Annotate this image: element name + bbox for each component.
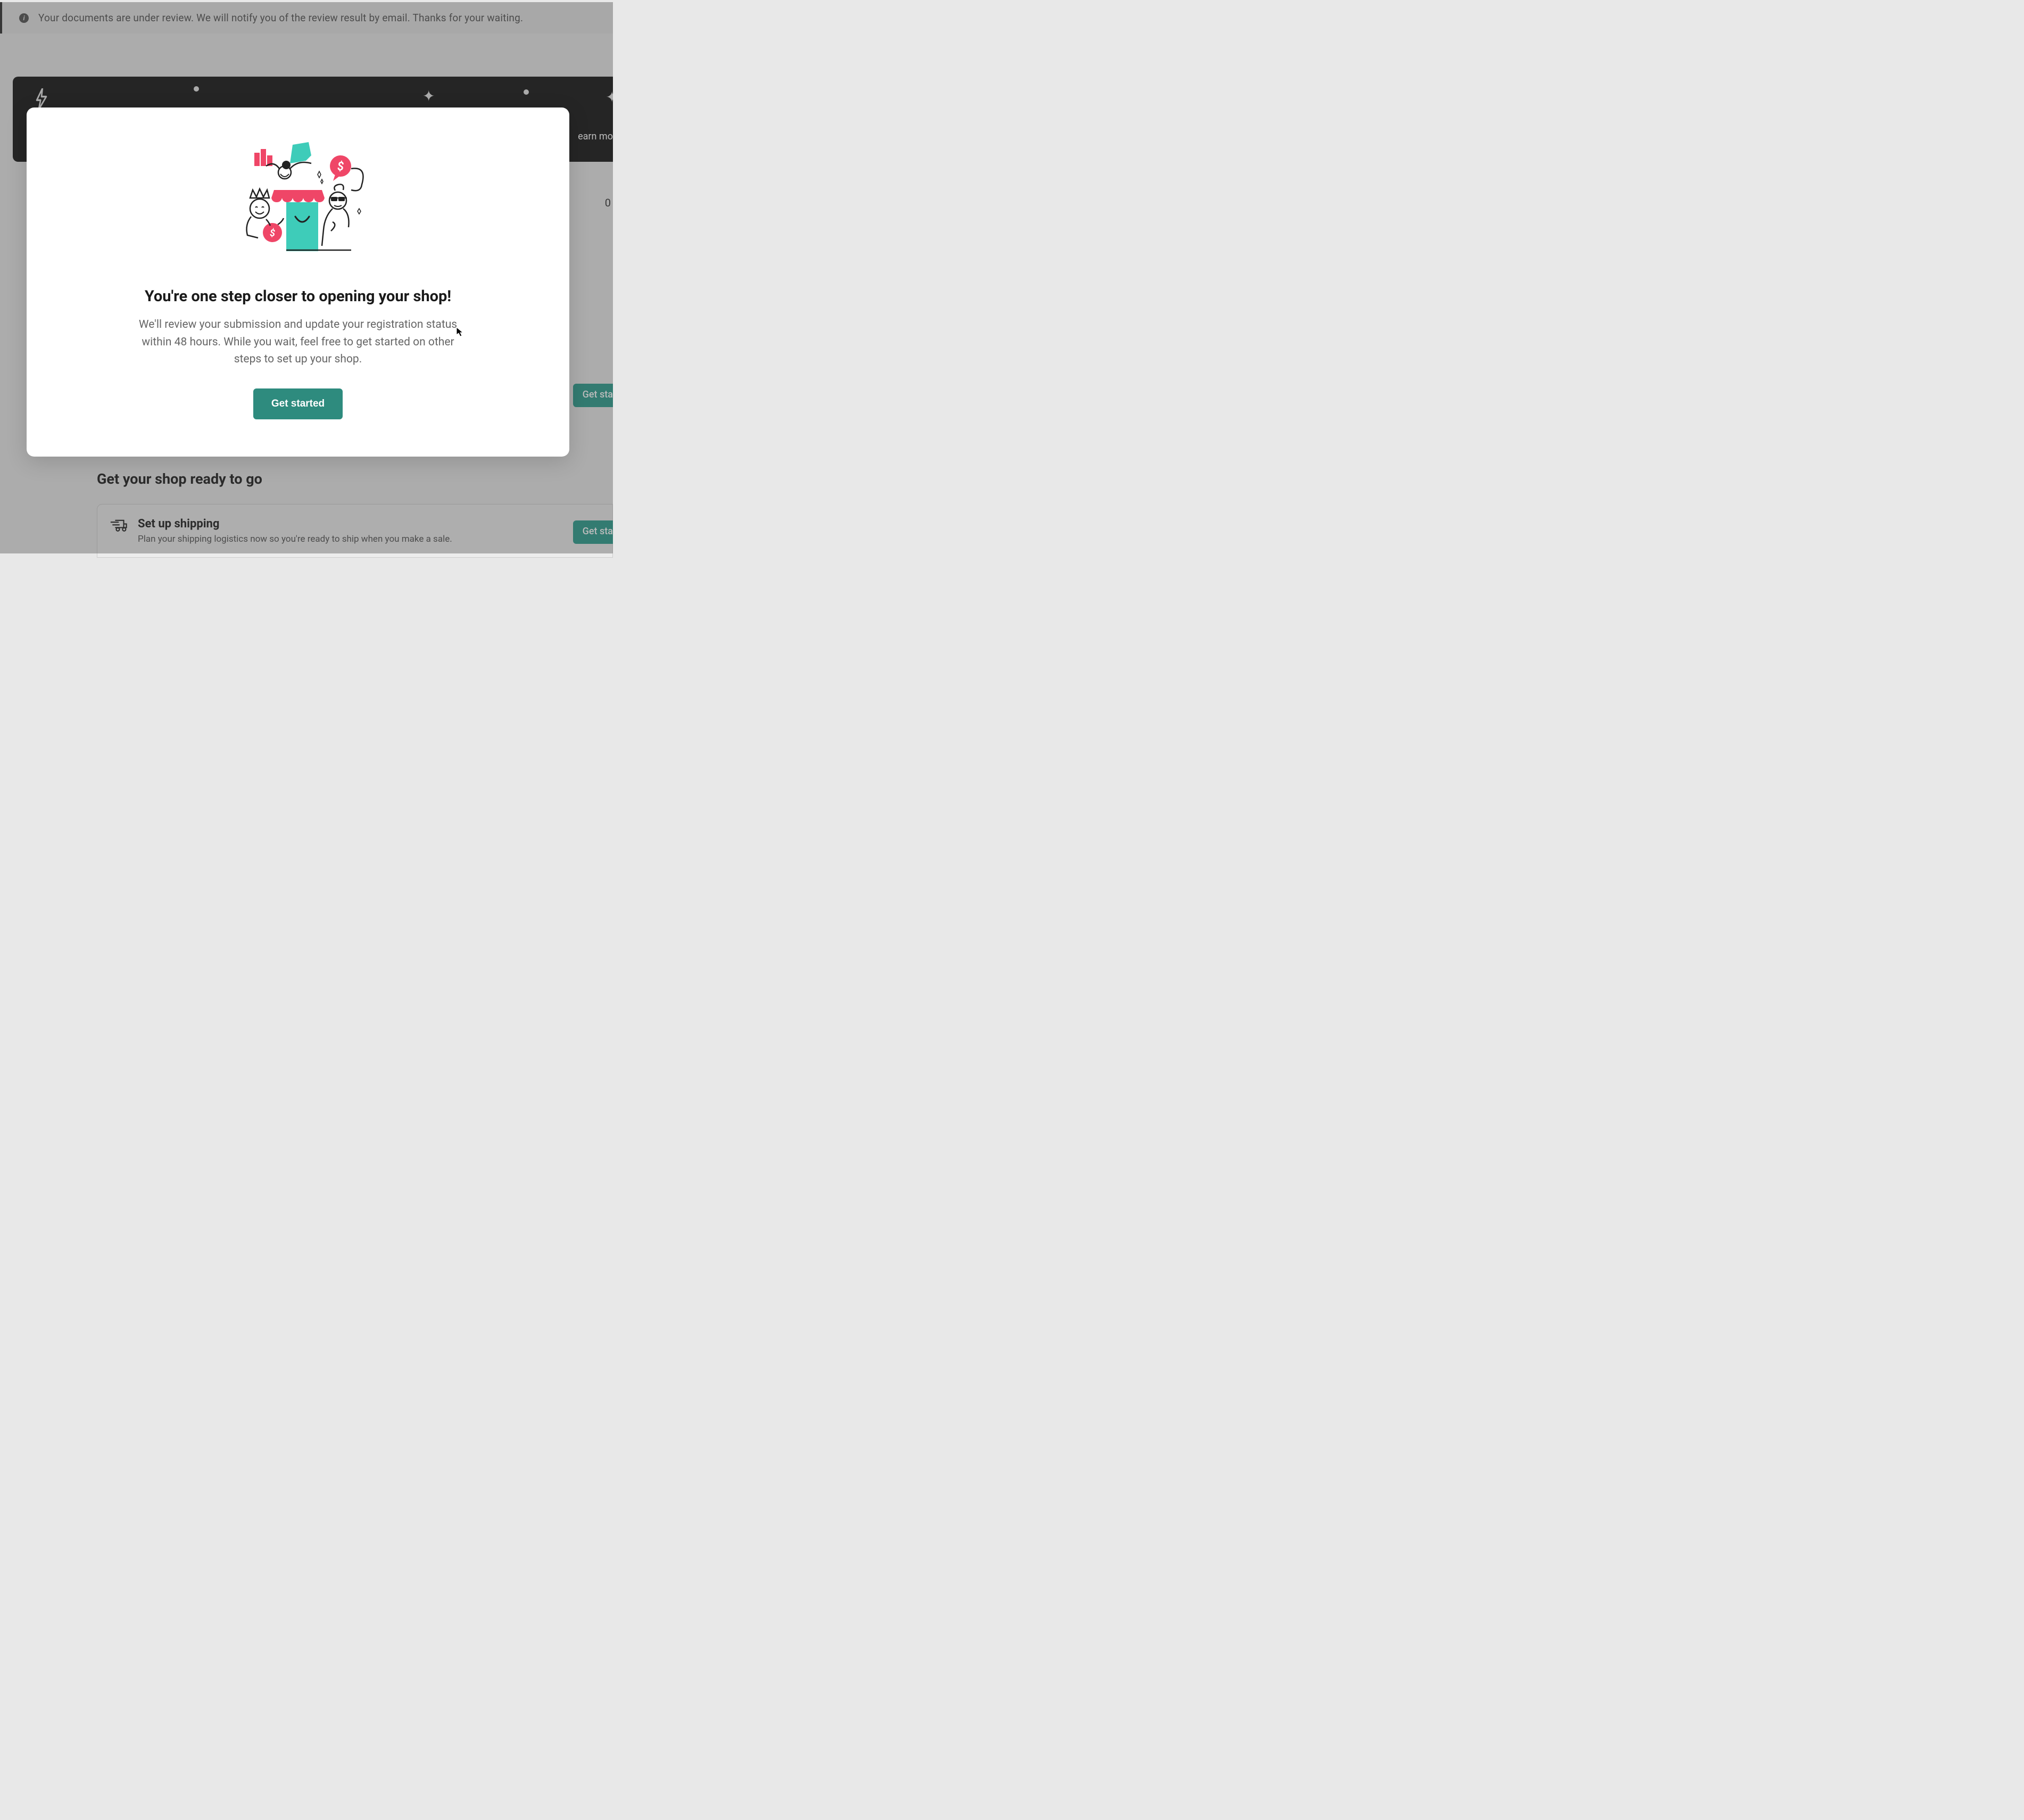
modal-title: You're one step closer to opening your s… xyxy=(69,287,527,305)
svg-text:$: $ xyxy=(337,160,344,173)
modal-body: We'll review your submission and update … xyxy=(133,316,463,368)
celebration-illustration: $ $ xyxy=(229,139,367,262)
get-started-button[interactable]: Get started xyxy=(253,388,343,419)
modal-overlay: $ $ xyxy=(0,2,613,553)
onboarding-modal: $ $ xyxy=(27,107,569,457)
svg-text:$: $ xyxy=(270,228,275,239)
